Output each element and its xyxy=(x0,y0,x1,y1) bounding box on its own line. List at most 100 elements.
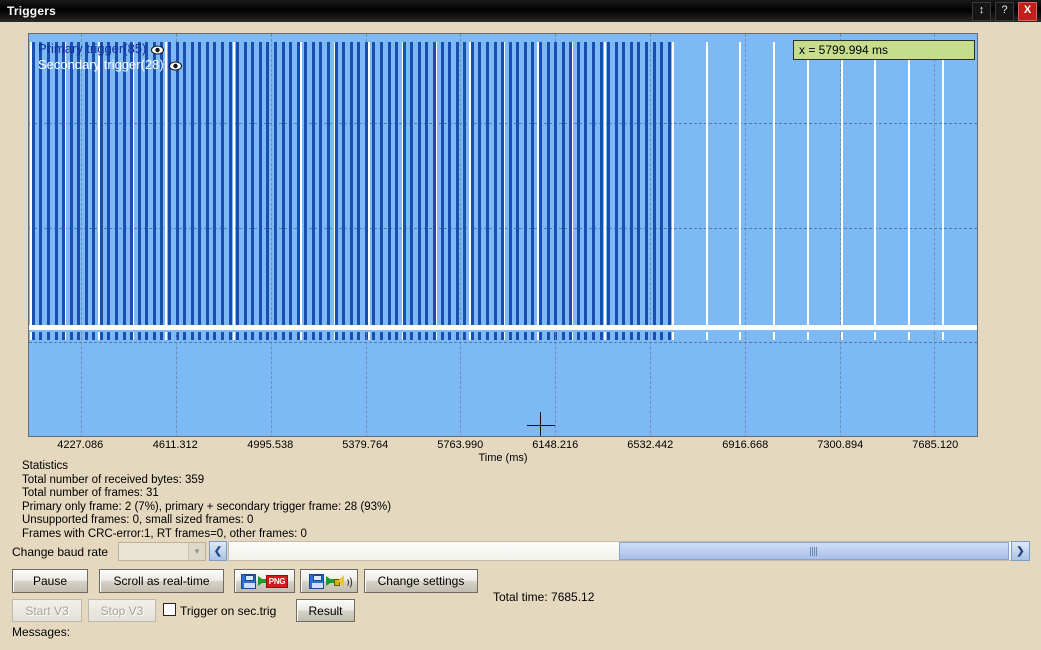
primary-trigger-stub xyxy=(523,332,527,340)
eye-icon[interactable] xyxy=(151,43,165,55)
eye-icon[interactable] xyxy=(168,59,182,71)
primary-trigger-bar xyxy=(205,42,209,330)
vertical-gridline xyxy=(81,332,82,436)
secondary-trigger-stub xyxy=(604,332,607,340)
save-as-audio-button[interactable] xyxy=(300,569,358,593)
primary-trigger-bar xyxy=(538,42,542,330)
vertical-gridline xyxy=(366,332,367,436)
primary-trigger-stub xyxy=(62,332,66,340)
secondary-trigger-stub xyxy=(739,332,742,340)
legend-label-secondary: Secondary trigger(28) xyxy=(38,56,164,72)
primary-trigger-stub xyxy=(644,332,648,340)
window-title: Triggers xyxy=(7,4,56,18)
horizontal-scrollbar-thumb[interactable] xyxy=(619,542,1009,560)
primary-trigger-stub xyxy=(220,332,224,340)
primary-trigger-stub xyxy=(205,332,209,340)
pause-button[interactable]: Pause xyxy=(12,569,88,593)
primary-trigger-stub xyxy=(190,332,194,340)
primary-trigger-bar xyxy=(258,42,262,330)
trigger-on-sec-trig-checkbox[interactable] xyxy=(163,603,176,616)
primary-trigger-stub xyxy=(130,332,134,340)
primary-trigger-bar xyxy=(213,42,217,330)
primary-trigger-stub xyxy=(122,332,126,340)
primary-trigger-bar xyxy=(584,42,588,330)
primary-trigger-stub xyxy=(379,332,383,340)
primary-trigger-stub xyxy=(84,332,88,340)
legend-item-primary[interactable]: Primary trigger(85) xyxy=(38,40,182,56)
plot-area-upper[interactable] xyxy=(29,34,977,330)
trigger-chart[interactable]: Primary trigger(85) Secondary trigger(28… xyxy=(28,33,978,437)
primary-trigger-bar xyxy=(39,42,43,330)
primary-trigger-bar xyxy=(523,42,527,330)
baud-rate-select[interactable]: ▼ xyxy=(118,542,206,561)
crosshair-horizontal xyxy=(527,425,555,426)
primary-trigger-stub xyxy=(508,332,512,340)
secondary-trigger-bar xyxy=(874,42,877,330)
primary-trigger-bar xyxy=(84,42,88,330)
primary-trigger-bar xyxy=(410,42,414,330)
resize-button[interactable]: ↕ xyxy=(972,1,991,21)
x-axis-tick: 7300.894 xyxy=(817,439,864,451)
legend-item-secondary[interactable]: Secondary trigger(28) xyxy=(38,56,182,72)
primary-trigger-bar xyxy=(470,42,474,330)
vertical-gridline xyxy=(650,34,651,330)
plot-area-lower[interactable] xyxy=(29,332,977,436)
primary-trigger-bar xyxy=(107,42,111,330)
plot-baseline xyxy=(29,325,977,330)
primary-trigger-bar xyxy=(281,42,285,330)
primary-trigger-bar xyxy=(273,42,277,330)
close-button[interactable]: X xyxy=(1018,1,1037,21)
secondary-trigger-stub xyxy=(941,332,944,340)
arrow-right-icon xyxy=(257,576,266,586)
vertical-gridline xyxy=(650,332,651,436)
save-as-png-button[interactable]: PNG xyxy=(234,569,295,593)
primary-trigger-stub xyxy=(326,332,330,340)
primary-trigger-stub xyxy=(266,332,270,340)
primary-trigger-stub xyxy=(92,332,96,340)
secondary-trigger-stub xyxy=(671,332,674,340)
primary-trigger-stub xyxy=(372,332,376,340)
primary-trigger-stub xyxy=(334,332,338,340)
primary-trigger-stub xyxy=(622,332,626,340)
primary-trigger-stub xyxy=(39,332,43,340)
scroll-left-button[interactable]: ❮ xyxy=(209,541,227,561)
primary-trigger-stub xyxy=(607,332,611,340)
x-axis-tick: 5763.990 xyxy=(437,439,484,451)
primary-trigger-bar xyxy=(516,42,520,330)
primary-trigger-stub xyxy=(448,332,452,340)
primary-trigger-bar xyxy=(152,42,156,330)
help-button[interactable]: ? xyxy=(995,1,1014,21)
secondary-trigger-bar xyxy=(739,42,742,330)
result-button[interactable]: Result xyxy=(296,599,355,622)
primary-trigger-bar xyxy=(190,42,194,330)
primary-trigger-stub xyxy=(614,332,618,340)
primary-trigger-stub xyxy=(561,332,565,340)
primary-trigger-bar xyxy=(183,42,187,330)
primary-trigger-stub xyxy=(576,332,580,340)
primary-trigger-stub xyxy=(470,332,474,340)
primary-trigger-bar xyxy=(372,42,376,330)
horizontal-gridline xyxy=(29,342,977,343)
primary-trigger-bar xyxy=(561,42,565,330)
secondary-trigger-bar xyxy=(941,42,944,330)
primary-trigger-stub xyxy=(629,332,633,340)
primary-trigger-bar xyxy=(425,42,429,330)
primary-trigger-stub xyxy=(569,332,573,340)
primary-trigger-stub xyxy=(107,332,111,340)
png-badge-label: PNG xyxy=(265,574,289,588)
primary-trigger-stub xyxy=(538,332,542,340)
statistics-panel: Statistics Total number of received byte… xyxy=(22,460,391,541)
horizontal-scrollbar-track[interactable] xyxy=(228,541,1030,561)
x-axis-tick: 6532.442 xyxy=(627,439,674,451)
arrow-right-icon xyxy=(326,576,334,586)
secondary-trigger-bar xyxy=(367,42,370,330)
scroll-as-realtime-button[interactable]: Scroll as real-time xyxy=(99,569,224,593)
primary-trigger-bar xyxy=(637,42,641,330)
vertical-gridline xyxy=(176,332,177,436)
vertical-gridline xyxy=(460,34,461,330)
primary-trigger-stub xyxy=(342,332,346,340)
change-settings-button[interactable]: Change settings xyxy=(364,569,478,593)
primary-trigger-bar xyxy=(122,42,126,330)
scroll-right-button[interactable]: ❯ xyxy=(1011,541,1030,561)
primary-trigger-stub xyxy=(137,332,141,340)
